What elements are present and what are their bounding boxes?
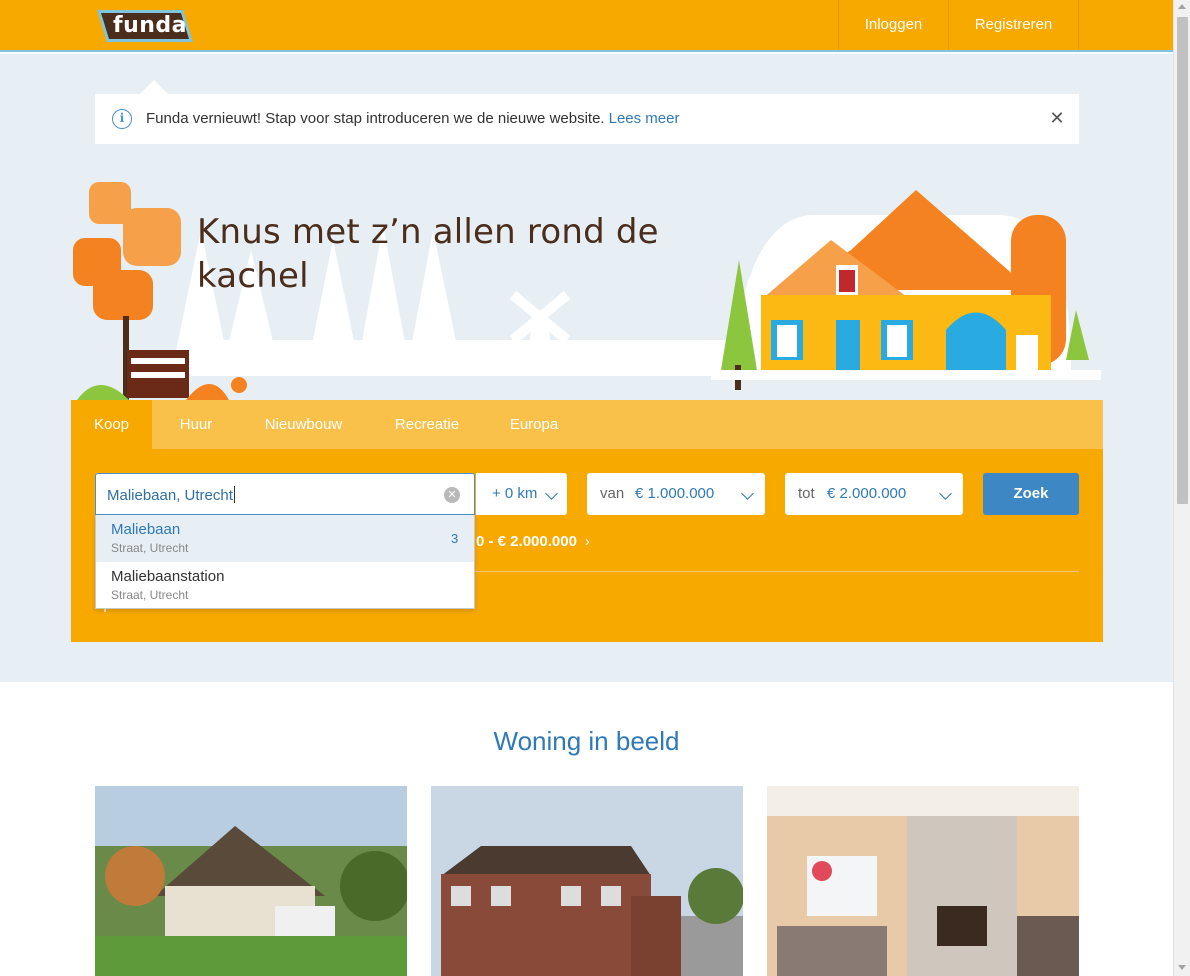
radius-value: + 0 km [492, 485, 538, 502]
featured-house-photo[interactable] [767, 786, 1079, 976]
search-tabs: Koop Huur Nieuwbouw Recreatie Europa [71, 400, 1103, 449]
hero-title: Knus met z’n allen rond de kachel [197, 212, 659, 296]
clear-icon[interactable]: ✕ [444, 487, 460, 503]
price-from-label: van [600, 485, 625, 502]
autocomplete-item[interactable]: Maliebaan Straat, Utrecht 3 [96, 515, 474, 562]
top-header: funda Inloggen Registreren [0, 0, 1173, 52]
suggestion-name: Maliebaanstation [111, 568, 225, 585]
scroll-down-arrow-icon[interactable] [1178, 965, 1186, 970]
search-summary-text: 0 - € 2.000.000 [476, 533, 577, 550]
tab-nieuwbouw[interactable]: Nieuwbouw [240, 400, 367, 449]
radius-select[interactable]: + 0 km [476, 473, 567, 515]
autocomplete-item[interactable]: Maliebaanstation Straat, Utrecht [96, 562, 474, 609]
logo-text: funda [113, 13, 187, 38]
chevron-down-icon [545, 487, 558, 500]
read-more-link[interactable]: Lees meer [609, 110, 680, 127]
chevron-down-icon [939, 487, 952, 500]
section-title: Woning in beeld [493, 726, 680, 756]
login-button[interactable]: Inloggen [838, 0, 948, 50]
tab-koop[interactable]: Koop [71, 400, 152, 449]
featured-house-photo[interactable] [95, 786, 407, 976]
funda-logo[interactable]: funda [95, 8, 195, 44]
featured-house-photo[interactable] [431, 786, 743, 976]
notice-pointer [140, 80, 168, 94]
suggestion-type: Straat, Utrecht [111, 541, 189, 555]
suggestion-count: 3 [451, 531, 459, 546]
close-icon[interactable]: ✕ [1047, 108, 1067, 128]
price-from-value: € 1.000.000 [635, 485, 715, 502]
announcement-text: Funda vernieuwt! Stap voor stap introduc… [146, 110, 679, 127]
info-icon: i [112, 109, 132, 129]
suggestion-name: Maliebaan [111, 521, 181, 538]
tab-huur[interactable]: Huur [152, 400, 240, 449]
page-scrollbar[interactable] [1173, 0, 1190, 976]
tab-recreatie[interactable]: Recreatie [367, 400, 487, 449]
suggestion-type: Straat, Utrecht [111, 588, 189, 602]
price-to-select[interactable]: tot € 2.000.000 [785, 473, 963, 515]
scroll-up-arrow-icon[interactable] [1178, 4, 1186, 9]
search-button[interactable]: Zoek [983, 473, 1079, 515]
announcement-message: Funda vernieuwt! Stap voor stap introduc… [146, 110, 605, 127]
tab-europa[interactable]: Europa [487, 400, 581, 449]
search-summary-link[interactable]: 0 - € 2.000.000 › [476, 533, 590, 550]
price-from-select[interactable]: van € 1.000.000 [587, 473, 765, 515]
chevron-right-icon: › [584, 533, 590, 550]
location-search-input[interactable]: Maliebaan, Utrecht ✕ [95, 473, 475, 515]
search-query-text: Maliebaan, Utrecht [107, 487, 233, 504]
autocomplete-dropdown: Maliebaan Straat, Utrecht 3 Maliebaansta… [95, 515, 475, 609]
chevron-down-icon [741, 487, 754, 500]
text-cursor [233, 486, 235, 503]
announcement-banner: i Funda vernieuwt! Stap voor stap introd… [95, 94, 1079, 144]
register-button[interactable]: Registreren [948, 0, 1079, 50]
scroll-thumb[interactable] [1177, 17, 1188, 504]
price-to-value: € 2.000.000 [827, 485, 907, 502]
price-to-label: tot [798, 485, 815, 502]
